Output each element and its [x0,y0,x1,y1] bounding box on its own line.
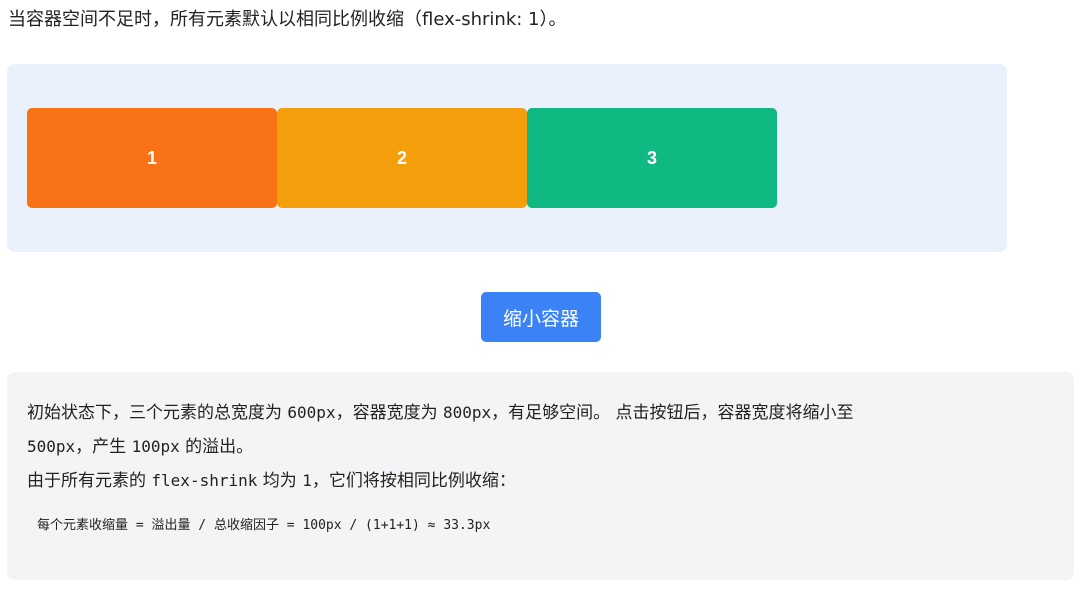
explanation-text: 的溢出。 [179,437,254,457]
shrink-container-button[interactable]: 缩小容器 [481,292,601,342]
explanation-text: ，容器宽度为 [335,403,443,423]
explanation-line-2: 500px，产生 100px 的溢出。 [27,430,1054,464]
explanation-text: ，产生 [75,437,132,457]
total-width-code: 600px [287,403,336,422]
explanation-text: ，有足够空间。 点击按钮后，容器宽度将缩小至 [491,403,854,423]
flex-item-1-label: 1 [146,147,157,168]
intro-text: 当容器空间不足时，所有元素默认以相同比例收缩（flex-shrink: 1）。 [8,9,567,30]
flex-item-2-label: 2 [396,147,407,168]
flex-item-row: 1 2 3 [27,108,777,208]
explanation-text: ，它们将按相同比例收缩： [311,471,516,491]
explanation-panel: 初始状态下，三个元素的总宽度为 600px，容器宽度为 800px，有足够空间。… [7,372,1074,580]
explanation-line-1: 初始状态下，三个元素的总宽度为 600px，容器宽度为 800px，有足够空间。… [27,396,1054,430]
explanation-line-3: 由于所有元素的 flex-shrink 均为 1，它们将按相同比例收缩： [27,464,1054,498]
container-width-code: 800px [442,403,492,422]
flex-item-3-label: 3 [646,147,657,168]
flex-item-3: 3 [527,108,777,208]
shrunk-width-code: 500px [27,437,76,456]
flex-item-1: 1 [27,108,277,208]
overflow-code: 100px [131,437,180,456]
flex-shrink-code: flex-shrink [151,471,258,490]
shrink-formula: 每个元素收缩量 = 溢出量 / 总收缩因子 = 100px / (1+1+1) … [37,518,491,533]
flex-container: 1 2 3 [7,64,1007,252]
explanation-text: 均为 [257,471,303,491]
explanation-text: 由于所有元素的 [27,471,152,491]
explanation-text: 初始状态下，三个元素的总宽度为 [27,403,288,423]
flex-item-2: 2 [277,108,527,208]
shrink-value-code: 1 [302,471,312,490]
